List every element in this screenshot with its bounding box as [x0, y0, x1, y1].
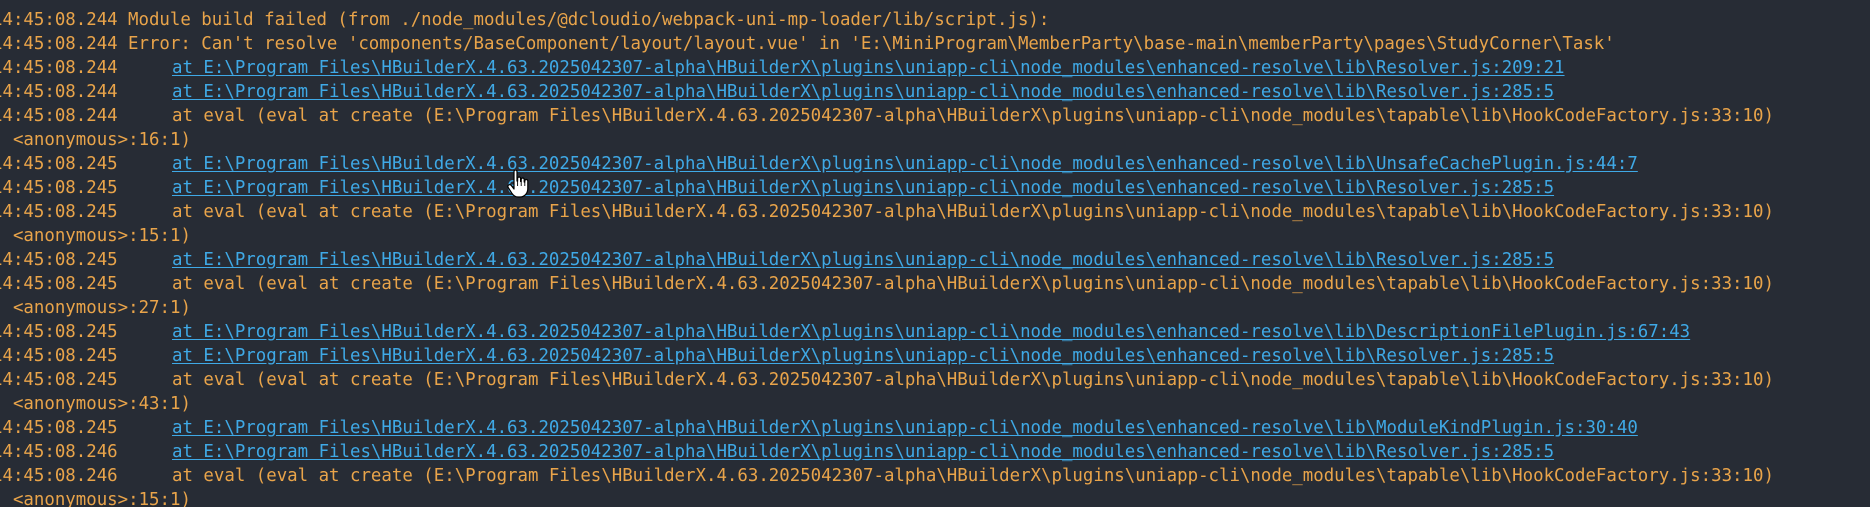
log-message: Module build failed (from ./node_modules…	[128, 10, 1050, 30]
log-timestamp: 14:45:08.244	[0, 106, 118, 126]
log-continuation: , <anonymous>:16:1)	[0, 130, 191, 150]
console-output[interactable]: 14:45:08.244 Module build failed (from ./…	[0, 0, 1870, 507]
log-timestamp: 14:45:08.245	[0, 370, 118, 390]
log-timestamp: 14:45:08.245	[0, 178, 118, 198]
log-timestamp: 14:45:08.245	[0, 322, 118, 342]
log-continuation: , <anonymous>:15:1)	[0, 226, 191, 246]
log-continuation-line: , <anonymous>:16:1)	[0, 128, 1870, 152]
stack-trace-link[interactable]: at E:\Program Files\HBuilderX.4.63.20250…	[128, 80, 1554, 104]
log-continuation-line: , <anonymous>:15:1)	[0, 488, 1870, 507]
log-line: 14:45:08.245 at eval (eval at create (E:\…	[0, 368, 1870, 392]
log-timestamp: 14:45:08.245	[0, 274, 118, 294]
log-line: 14:45:08.246 at E:\Program Files\HBuilder…	[0, 440, 1870, 464]
log-timestamp: 14:45:08.244	[0, 34, 118, 54]
log-line: 14:45:08.245 at E:\Program Files\HBuilder…	[0, 248, 1870, 272]
log-line: 14:45:08.244 at eval (eval at create (E:\…	[0, 104, 1870, 128]
stack-trace-eval: at eval (eval at create (E:\Program File…	[172, 106, 1774, 126]
log-line: 14:45:08.245 at E:\Program Files\HBuilder…	[0, 152, 1870, 176]
stack-trace-eval: at eval (eval at create (E:\Program File…	[172, 370, 1774, 390]
log-line: 14:45:08.246 at eval (eval at create (E:\…	[0, 464, 1870, 488]
stack-trace-eval: at eval (eval at create (E:\Program File…	[172, 274, 1774, 294]
log-timestamp: 14:45:08.245	[0, 418, 118, 438]
stack-trace-link[interactable]: at E:\Program Files\HBuilderX.4.63.20250…	[128, 176, 1554, 200]
log-line: 14:45:08.244 at E:\Program Files\HBuilder…	[0, 56, 1870, 80]
stack-trace-link[interactable]: at E:\Program Files\HBuilderX.4.63.20250…	[128, 416, 1638, 440]
log-timestamp: 14:45:08.246	[0, 466, 118, 486]
log-continuation: , <anonymous>:43:1)	[0, 394, 191, 414]
log-continuation: , <anonymous>:27:1)	[0, 298, 191, 318]
log-line: 14:45:08.245 at E:\Program Files\HBuilder…	[0, 344, 1870, 368]
log-timestamp: 14:45:08.245	[0, 346, 118, 366]
stack-trace-eval: at eval (eval at create (E:\Program File…	[172, 202, 1774, 222]
log-timestamp: 14:45:08.245	[0, 154, 118, 174]
stack-trace-link[interactable]: at E:\Program Files\HBuilderX.4.63.20250…	[128, 152, 1638, 176]
log-line: 14:45:08.245 at E:\Program Files\HBuilder…	[0, 416, 1870, 440]
log-timestamp: 14:45:08.244	[0, 10, 118, 30]
stack-trace-link[interactable]: at E:\Program Files\HBuilderX.4.63.20250…	[128, 56, 1565, 80]
log-line: 14:45:08.245 at eval (eval at create (E:\…	[0, 200, 1870, 224]
stack-trace-link[interactable]: at E:\Program Files\HBuilderX.4.63.20250…	[128, 344, 1554, 368]
stack-trace-eval: at eval (eval at create (E:\Program File…	[172, 466, 1774, 486]
log-line: 14:45:08.245 at eval (eval at create (E:\…	[0, 272, 1870, 296]
error-message: Error: Can't resolve 'components/BaseCom…	[128, 34, 1615, 54]
log-line: 14:45:08.244 Error: Can't resolve 'compon…	[0, 32, 1870, 56]
log-timestamp: 14:45:08.245	[0, 202, 118, 222]
stack-trace-link[interactable]: at E:\Program Files\HBuilderX.4.63.20250…	[128, 440, 1554, 464]
log-line: 14:45:08.244 Module build failed (from ./…	[0, 8, 1870, 32]
log-timestamp: 14:45:08.244	[0, 82, 118, 102]
log-continuation-line: , <anonymous>:15:1)	[0, 224, 1870, 248]
log-timestamp: 14:45:08.245	[0, 250, 118, 270]
stack-trace-link[interactable]: at E:\Program Files\HBuilderX.4.63.20250…	[128, 248, 1554, 272]
hand-pointer-icon	[507, 170, 529, 198]
log-continuation-line: , <anonymous>:27:1)	[0, 296, 1870, 320]
log-timestamp: 14:45:08.244	[0, 58, 118, 78]
log-line: 14:45:08.245 at E:\Program Files\HBuilder…	[0, 320, 1870, 344]
stack-trace-link[interactable]: at E:\Program Files\HBuilderX.4.63.20250…	[128, 320, 1690, 344]
log-continuation: , <anonymous>:15:1)	[0, 490, 191, 507]
log-line: 14:45:08.244 at E:\Program Files\HBuilder…	[0, 80, 1870, 104]
log-continuation-line: , <anonymous>:43:1)	[0, 392, 1870, 416]
log-timestamp: 14:45:08.246	[0, 442, 118, 462]
log-line: 14:45:08.245 at E:\Program Files\HBuilder…	[0, 176, 1870, 200]
